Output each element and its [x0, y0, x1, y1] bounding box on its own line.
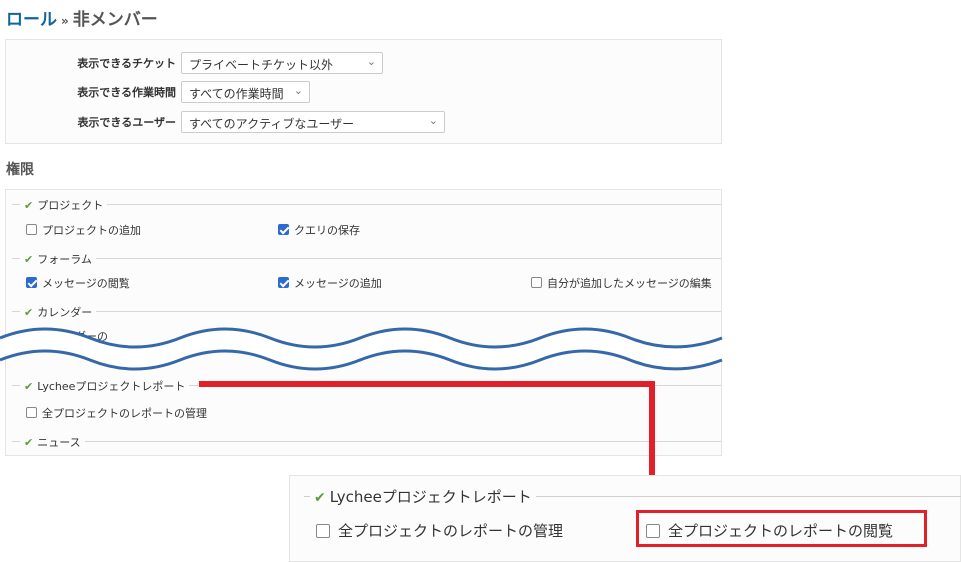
zoom-perm-manage-all-reports[interactable]: 全プロジェクトのレポートの管理 [316, 520, 563, 541]
zoom-group-title: Lycheeプロジェクトレポート [329, 488, 532, 506]
highlight-box [636, 510, 927, 547]
checkbox-zoom-manage-all-reports[interactable] [316, 524, 330, 538]
zoom-perm-manage-label: 全プロジェクトのレポートの管理 [338, 522, 564, 540]
zoom-group-lychee: ✔ Lycheeプロジェクトレポート 全プロジェクトのレポートの管理 全プロジェク… [304, 486, 961, 540]
checkmark-icon: ✔ [314, 490, 326, 506]
zoomed-lychee-panel: ✔ Lycheeプロジェクトレポート 全プロジェクトのレポートの管理 全プロジェク… [289, 475, 961, 562]
zoom-group-legend[interactable]: ✔ Lycheeプロジェクトレポート [310, 486, 536, 507]
